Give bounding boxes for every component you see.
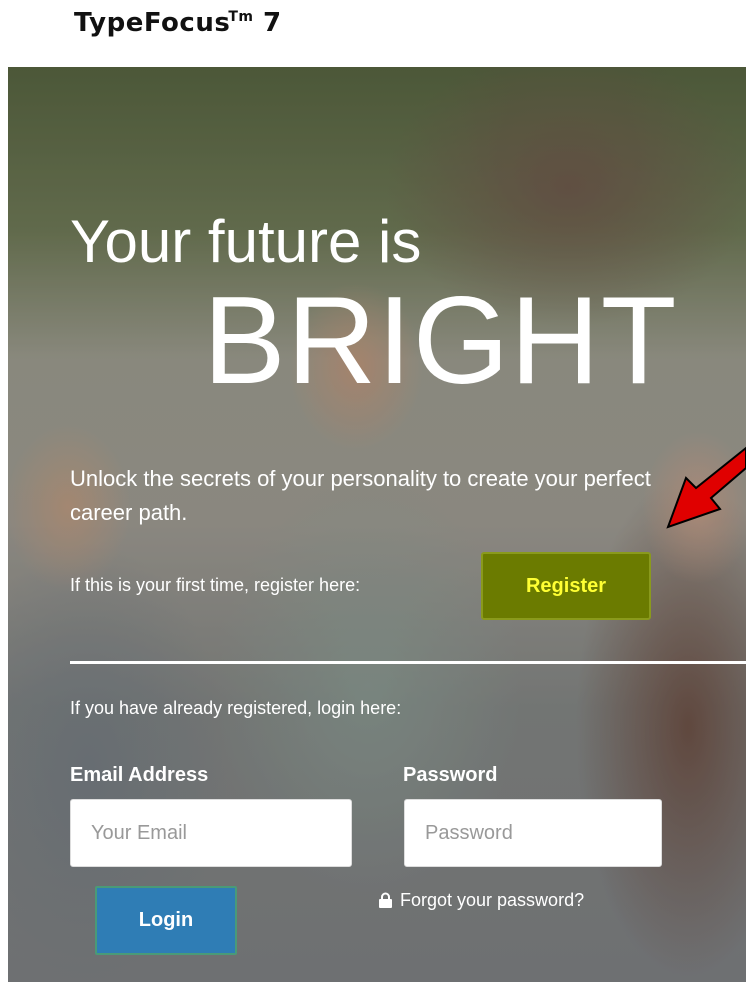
login-button[interactable]: Login	[95, 886, 237, 955]
password-field[interactable]	[404, 799, 662, 867]
divider	[70, 661, 746, 664]
login-prompt: If you have already registered, login he…	[70, 698, 402, 718]
forgot-password-link[interactable]: Forgot your password?	[377, 890, 584, 911]
password-label: Password	[403, 764, 498, 786]
lock-icon	[377, 892, 394, 909]
brand-logo: TypeFocusTm 7	[74, 8, 282, 38]
forgot-password-label: Forgot your password?	[400, 890, 585, 910]
email-label: Email Address	[70, 764, 209, 786]
brand-version: 7	[263, 8, 282, 38]
headline-line2: BRIGHT	[203, 272, 678, 410]
brand-trademark: Tm	[228, 9, 254, 26]
hero-section: Your future is BRIGHT Unlock the secrets…	[8, 67, 746, 982]
headline-line1: Your future is	[70, 208, 422, 275]
brand-name: TypeFocus	[74, 8, 231, 38]
register-prompt: If this is your first time, register her…	[70, 575, 361, 595]
register-button[interactable]: Register	[481, 552, 651, 620]
tagline: Unlock the secrets of your personality t…	[70, 466, 651, 525]
email-field[interactable]	[70, 799, 352, 867]
